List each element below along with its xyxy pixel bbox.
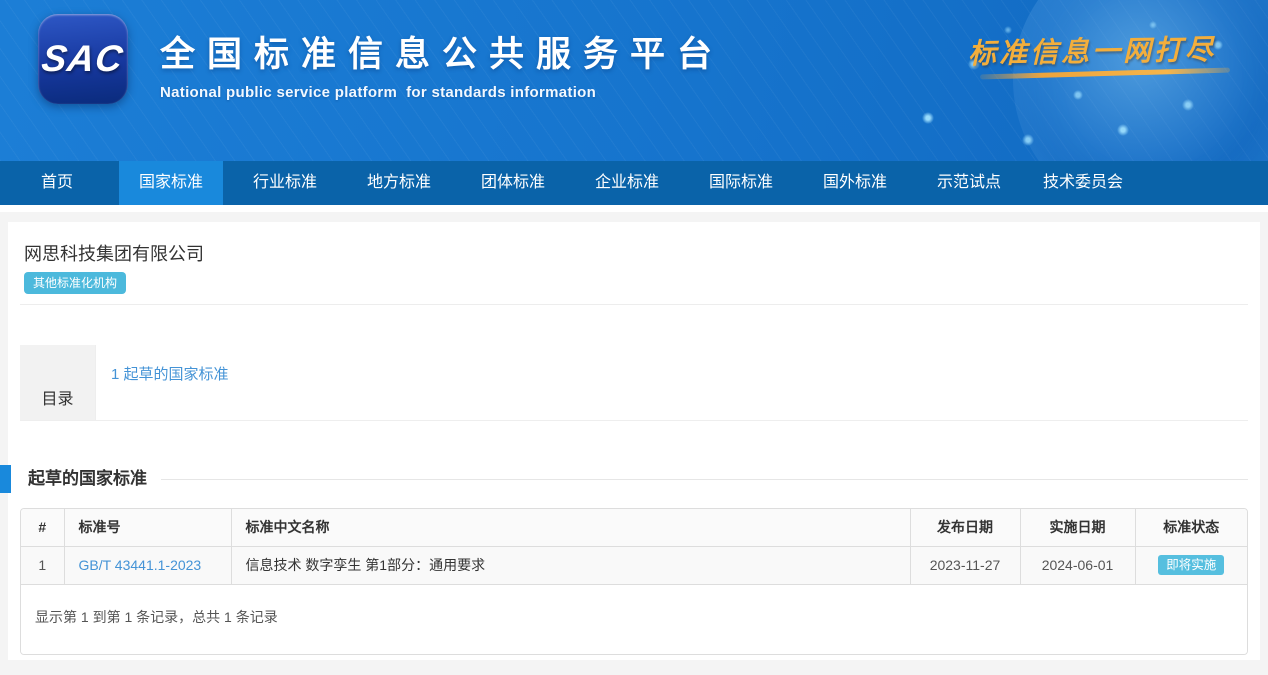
sac-logo-text: SAC: [39, 38, 126, 80]
table-row: 1GB/T 43441.1-2023信息技术 数字孪生 第1部分：通用要求202…: [21, 546, 1247, 584]
org-type-badge: 其他标准化机构: [24, 272, 126, 294]
toc-label: 目录: [20, 345, 95, 420]
column-header-standard-no: 标准号: [64, 509, 231, 546]
nav-item-technical-committee[interactable]: 技术委员会: [1031, 161, 1135, 205]
nav-item-home[interactable]: 首页: [5, 161, 109, 205]
nav-item-group-standard[interactable]: 团体标准: [461, 161, 565, 205]
column-header-implement-date: 实施日期: [1020, 509, 1135, 546]
cell-status: 即将实施: [1135, 546, 1247, 584]
standards-table: #标准号标准中文名称发布日期实施日期标准状态 1 GB/T 43441.1-202…: [21, 509, 1247, 585]
section-title-rule: [161, 479, 1248, 480]
site-header: SAC 全国标准信息公共服务平台 National public service…: [0, 0, 1268, 161]
column-header-publish-date: 发布日期: [910, 509, 1020, 546]
sparkle-dots-decoration: [888, 0, 1268, 161]
toc-content: 1 起草的国家标准: [95, 345, 1248, 420]
standard-link[interactable]: GB/T 43441.1-2023: [79, 557, 202, 573]
section-header: 起草的国家标准: [20, 465, 1248, 493]
cell-publish-date: 2023-11-27: [910, 546, 1020, 584]
nav-item-national-standard[interactable]: 国家标准: [119, 161, 223, 205]
column-header-standard-status: 标准状态: [1135, 509, 1247, 546]
divider-line: [20, 304, 1248, 305]
nav-item-foreign-standard[interactable]: 国外标准: [803, 161, 907, 205]
pagination-info: 显示第 1 到第 1 条记录，总共 1 条记录: [21, 585, 1247, 654]
toc-link-drafted-national-standards[interactable]: 1 起草的国家标准: [111, 366, 229, 383]
nav-item-international-standard[interactable]: 国际标准: [689, 161, 793, 205]
section-marker: [0, 465, 11, 493]
table-header-row: #标准号标准中文名称发布日期实施日期标准状态: [21, 509, 1247, 546]
status-badge: 即将实施: [1158, 555, 1224, 576]
toc-section: 目录 1 起草的国家标准: [20, 345, 1248, 421]
standards-table-container: #标准号标准中文名称发布日期实施日期标准状态 1 GB/T 43441.1-202…: [20, 508, 1248, 655]
site-title: 全国标准信息公共服务平台: [160, 26, 724, 77]
nav-item-industry-standard[interactable]: 行业标准: [233, 161, 337, 205]
content-panel: 网思科技集团有限公司 其他标准化机构 目录 1 起草的国家标准 起草的国家标准 …: [8, 222, 1260, 660]
cell-index: 1: [21, 546, 64, 584]
nav-item-enterprise-standard[interactable]: 企业标准: [575, 161, 679, 205]
sac-logo[interactable]: SAC: [38, 14, 128, 104]
section-title: 起草的国家标准: [28, 465, 147, 493]
page-background: 网思科技集团有限公司 其他标准化机构 目录 1 起草的国家标准 起草的国家标准 …: [0, 212, 1268, 675]
column-header-standard-cn-name: 标准中文名称: [231, 509, 910, 546]
nav-bottom-strip: [0, 205, 1268, 212]
nav-item-local-standard[interactable]: 地方标准: [347, 161, 451, 205]
org-name: 网思科技集团有限公司: [24, 244, 1248, 265]
cell-standard-no: GB/T 43441.1-2023: [64, 546, 231, 584]
site-title-block: 全国标准信息公共服务平台 National public service pla…: [160, 26, 724, 101]
column-header-index: #: [21, 509, 64, 546]
slogan-banner: 标准信息一网打尽: [968, 28, 1217, 72]
cell-implement-date: 2024-06-01: [1020, 546, 1135, 584]
site-subtitle: National public service platform for sta…: [160, 84, 724, 101]
main-nav: 首页国家标准行业标准地方标准团体标准企业标准国际标准国外标准示范试点技术委员会: [0, 161, 1268, 205]
nav-item-pilot-demo[interactable]: 示范试点: [917, 161, 1021, 205]
cell-standard-name: 信息技术 数字孪生 第1部分：通用要求: [231, 546, 910, 584]
